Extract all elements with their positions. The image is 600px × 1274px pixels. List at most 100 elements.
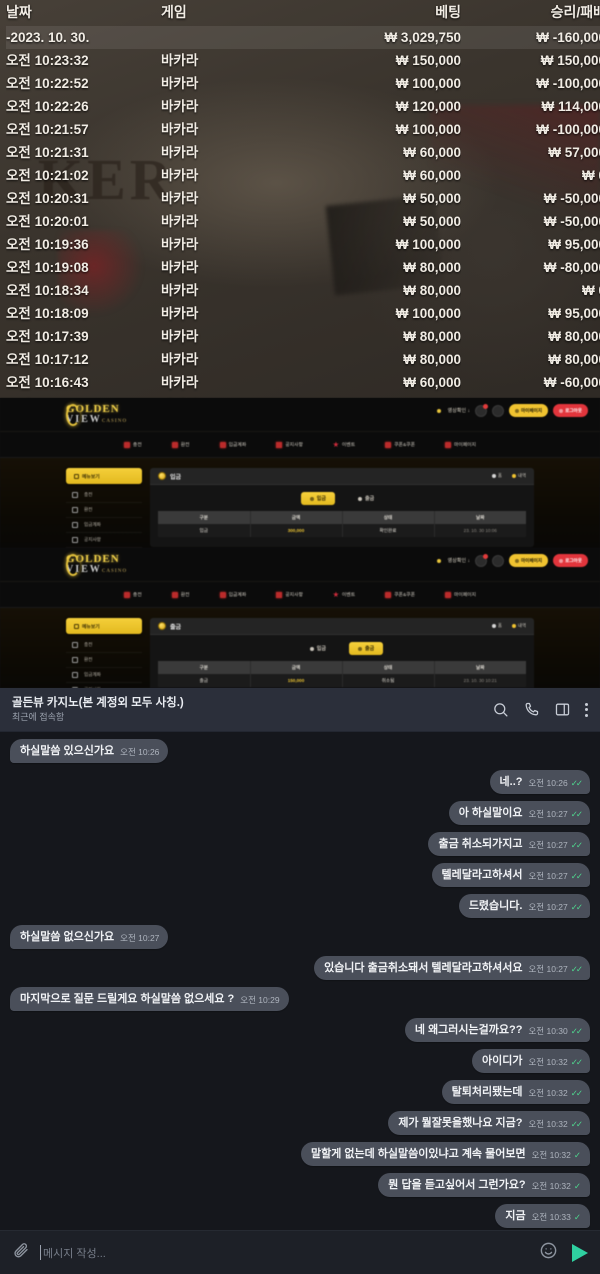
nav-item-6[interactable]: 마이페이지	[445, 591, 476, 598]
tab-withdraw-w[interactable]: 출금	[349, 642, 384, 655]
sidebar-item-1[interactable]: 환전	[66, 503, 142, 518]
nav-item-6[interactable]: 마이페이지	[445, 441, 476, 448]
message-icon[interactable]	[491, 554, 504, 567]
summary-row[interactable]: -2023. 10. 30. ₩ 3,029,750 ₩ -160,000	[6, 26, 600, 49]
chat-bubble-outgoing[interactable]: 아 하실말이요 오전 10:27 ✓✓	[448, 801, 590, 825]
chat-bubble-outgoing[interactable]: 있습니다 출금취소돼서 텔레달라고하셔서요 오전 10:27 ✓✓	[314, 956, 590, 980]
sidebar-item-3[interactable]: 공지사항	[66, 533, 142, 548]
nav-item-2[interactable]: 입금계좌	[219, 591, 247, 598]
nav-item-3[interactable]: 공지사항	[276, 591, 303, 598]
chat-bubble-outgoing[interactable]: 뭔 답을 듣고싶어서 그런가요? 오전 10:32 ✓	[378, 1173, 590, 1197]
search-icon[interactable]	[492, 701, 509, 718]
paperclip-icon[interactable]	[12, 1241, 30, 1264]
table-row[interactable]: 오전 10:22:26 바카라 ₩ 120,000 ₩ 114,000	[6, 95, 600, 118]
tab-withdraw[interactable]: 출금	[349, 492, 383, 505]
summary-date: -2023. 10. 30.	[6, 29, 90, 45]
table-row[interactable]: 오전 10:21:57 바카라 ₩ 100,000 ₩ -100,000	[6, 118, 600, 141]
tab-deposit[interactable]: 입금	[300, 492, 335, 505]
chat-bubble-incoming[interactable]: 하실말씀 없으신가요 오전 10:27	[10, 925, 169, 949]
history-link-withdraw[interactable]: 내역	[511, 623, 526, 629]
sidebar-item-0[interactable]: 충전	[66, 488, 142, 503]
more-icon[interactable]	[585, 702, 588, 717]
table-row[interactable]: 오전 10:21:31 바카라 ₩ 60,000 ₩ 57,000	[6, 141, 600, 164]
column-header-bet: 베팅	[435, 4, 461, 20]
table-row[interactable]: 오전 10:16:43 바카라 ₩ 60,000 ₩ -60,000	[6, 371, 600, 394]
logout-button[interactable]: 로그아웃	[553, 404, 588, 417]
table-row[interactable]: 오전 10:19:08 바카라 ₩ 80,000 ₩ -80,000	[6, 256, 600, 279]
history-link-deposit[interactable]: 내역	[511, 473, 526, 479]
nav-item-4[interactable]: 이벤트	[333, 441, 355, 448]
chat-bubble-outgoing[interactable]: 네..? 오전 10:26 ✓✓	[489, 770, 590, 794]
nav-item-4[interactable]: 이벤트	[333, 591, 355, 598]
table-row[interactable]: 오전 10:18:34 바카라 ₩ 80,000 ₩ 0	[6, 279, 600, 302]
nav-item-5[interactable]: 쿠폰&쿠폰	[385, 591, 415, 598]
chat-bubble-outgoing[interactable]: 드렸습니다. 오전 10:27 ✓✓	[458, 894, 590, 918]
mypage-button[interactable]: 마이페이지	[508, 404, 549, 417]
table-row[interactable]: 오전 10:20:01 바카라 ₩ 50,000 ₩ -50,000	[6, 210, 600, 233]
sidebar-item-1[interactable]: 환전	[66, 653, 142, 668]
chat-message-list[interactable]: 하실말씀 있으신가요 오전 10:26 네..? 오전 10:26 ✓✓ 아 하실말이요 오…	[0, 732, 600, 1230]
message-input[interactable]: 메시지 작성...	[40, 1245, 529, 1261]
chat-message-meta: 오전 10:27 ✓✓	[528, 839, 583, 851]
nav-item-1[interactable]: 환전	[171, 591, 190, 598]
home-link-deposit[interactable]: 홈	[491, 473, 502, 479]
deposit-table-row[interactable]: 입금 300,000 확인완료 23. 10. 30 10:06	[158, 524, 526, 537]
table-row[interactable]: 오전 10:23:32 바카라 ₩ 150,000 ₩ 150,000	[6, 49, 600, 72]
row-result: ₩ 95,000	[548, 305, 600, 321]
nav-item-1[interactable]: 환전	[171, 441, 190, 448]
table-row[interactable]: 오전 10:15:34바카라₩ 80,000₩ 76,000	[6, 394, 600, 398]
row-bet: ₩ 80,000	[311, 394, 461, 398]
sidebar-icon[interactable]	[554, 701, 571, 718]
alert-bell-icon[interactable]	[474, 403, 488, 417]
table-row[interactable]: 오전 10:22:52 바카라 ₩ 100,000 ₩ -100,000	[6, 72, 600, 95]
chat-bubble-outgoing[interactable]: 말할게 없는데 하실말씀이있냐고 계속 물어보면 오전 10:32 ✓	[300, 1142, 590, 1166]
mypage-button-w[interactable]: 마이페이지	[508, 554, 549, 567]
alert-bell-icon[interactable]	[474, 553, 488, 567]
row-result: ₩ 114,000	[541, 98, 600, 114]
chat-bubble-outgoing[interactable]: 네 왜그러시는걸까요?? 오전 10:30 ✓✓	[404, 1018, 590, 1042]
nav-item-2[interactable]: 입금계좌	[219, 441, 246, 448]
chat-bubble-outgoing[interactable]: 아이디가 오전 10:32 ✓✓	[471, 1049, 590, 1073]
chat-bubble-incoming[interactable]: 마지막으로 질문 드릴게요 하실말씀 없으세요 ? 오전 10:29	[10, 987, 289, 1011]
nav-item-5[interactable]: 쿠폰&쿠폰	[385, 441, 415, 448]
logo-line2: VIEWCASINO	[66, 413, 128, 425]
logo-suffix: CASINO	[101, 418, 128, 424]
sidebar-header-deposit[interactable]: 메뉴보기	[66, 468, 142, 484]
send-icon[interactable]	[572, 1243, 588, 1262]
sidebar-item-2[interactable]: 입금계좌	[66, 518, 142, 533]
chat-bubble-outgoing[interactable]: 지금 오전 10:33 ✓	[495, 1204, 590, 1228]
chat-bubble-outgoing[interactable]: 텔레달라고하셔서 오전 10:27 ✓✓	[431, 863, 590, 887]
home-link-withdraw[interactable]: 홈	[491, 623, 502, 629]
chat-bubble-incoming[interactable]: 하실말씀 있으신가요 오전 10:26	[10, 739, 169, 763]
sidebar-header-withdraw[interactable]: 메뉴보기	[66, 618, 142, 634]
chat-bubble-outgoing[interactable]: 탈퇴처리됐는데 오전 10:32 ✓✓	[441, 1080, 590, 1104]
nav-item-3[interactable]: 공지사항	[276, 441, 303, 448]
row-game: 바카라	[161, 213, 199, 229]
call-icon[interactable]	[523, 701, 540, 718]
table-row[interactable]: 오전 10:17:12 바카라 ₩ 80,000 ₩ 80,000	[6, 348, 600, 371]
nav-item-label: 입금계좌	[228, 593, 247, 598]
sidebar-item-0[interactable]: 충전	[66, 638, 142, 653]
sidebar-item-2[interactable]: 입금계좌	[66, 668, 142, 683]
withdraw-td-amount: 150,000	[250, 674, 343, 687]
withdraw-tabs: 입금 출금	[158, 642, 526, 655]
nav-item-0[interactable]: 충전	[123, 441, 142, 448]
nav-item-0[interactable]: 충전	[123, 591, 142, 598]
tab-deposit-w[interactable]: 입금	[301, 642, 335, 655]
table-row[interactable]: 오전 10:21:02 바카라 ₩ 60,000 ₩ 0	[6, 164, 600, 187]
chat-bubble-outgoing[interactable]: 출금 취소되가지고 오전 10:27 ✓✓	[428, 832, 590, 856]
table-row[interactable]: 오전 10:18:09 바카라 ₩ 100,000 ₩ 95,000	[6, 302, 600, 325]
table-row[interactable]: 오전 10:20:31 바카라 ₩ 50,000 ₩ -50,000	[6, 187, 600, 210]
withdraw-table-row[interactable]: 출금 150,000 취소됨 23. 10. 30 10:21	[158, 674, 526, 687]
emoji-icon[interactable]	[539, 1241, 558, 1265]
chat-message-row: 아 하실말이요 오전 10:27 ✓✓	[10, 801, 590, 825]
table-row[interactable]: 오전 10:17:39 바카라 ₩ 80,000 ₩ 80,000	[6, 325, 600, 348]
chat-bubble-outgoing[interactable]: 제가 뭘잘못을했나요 지금? 오전 10:32 ✓✓	[388, 1111, 590, 1135]
logo-swirl-icon	[66, 554, 80, 576]
logout-button-w[interactable]: 로그아웃	[553, 554, 588, 567]
table-row[interactable]: 오전 10:19:36 바카라 ₩ 100,000 ₩ 95,000	[6, 233, 600, 256]
site-logo[interactable]: GOLDEN VIEWCASINO	[66, 402, 186, 428]
nav-item-label: 쿠폰&쿠폰	[394, 593, 415, 598]
site-logo-withdraw[interactable]: GOLDEN VIEWCASINO	[66, 552, 186, 578]
message-icon[interactable]	[491, 404, 504, 417]
